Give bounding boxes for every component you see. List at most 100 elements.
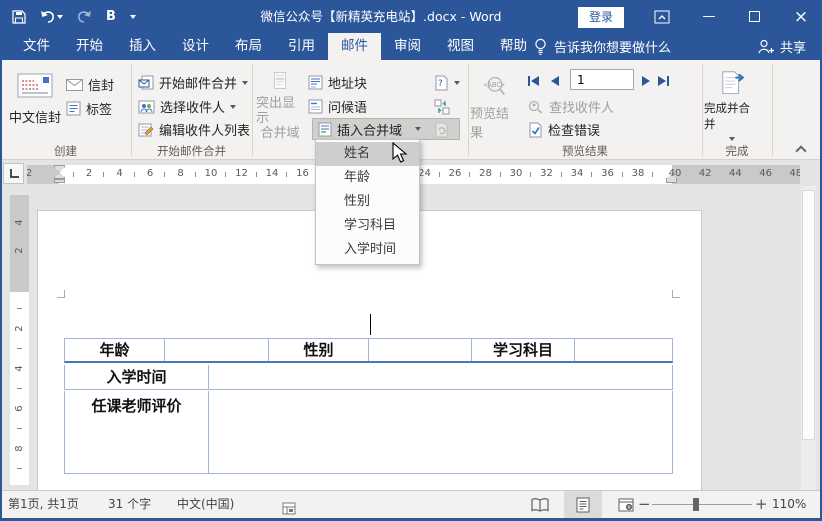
ruler-mark: [72, 172, 74, 177]
tab-stop-selector[interactable]: [3, 163, 24, 184]
start-mail-merge-group-label: 开始邮件合并: [157, 144, 226, 158]
save-icon: [12, 9, 26, 24]
tab-layout[interactable]: 布局: [222, 33, 275, 60]
start-mail-merge-button[interactable]: 开始邮件合并: [138, 72, 249, 93]
last-record-button[interactable]: [658, 70, 669, 91]
envelopes-button[interactable]: 信封: [66, 74, 114, 95]
ruler-mark: 32: [540, 168, 553, 179]
zoom-in-button[interactable]: +: [755, 491, 768, 519]
table-row: 任课老师评价: [64, 391, 673, 474]
word-count[interactable]: 31 个字: [108, 491, 151, 519]
chinese-envelope-button[interactable]: 中文信封: [8, 65, 62, 141]
qat-customize-button[interactable]: [129, 14, 136, 19]
ruler-mark: 10: [204, 168, 218, 179]
table-cell[interactable]: [209, 365, 672, 389]
record-number-input[interactable]: [570, 69, 634, 90]
maximize-icon: [748, 11, 760, 22]
tab-view[interactable]: 视图: [434, 33, 487, 60]
labels-button[interactable]: 标签: [66, 98, 112, 119]
vertical-scrollbar[interactable]: [801, 186, 816, 490]
find-recipient-icon: [528, 100, 543, 114]
tab-design[interactable]: 设计: [169, 33, 222, 60]
update-labels-icon: [435, 122, 448, 137]
match-fields-button[interactable]: [434, 96, 450, 117]
print-layout-icon: [576, 497, 590, 512]
read-mode-button[interactable]: [521, 491, 559, 518]
zoom-slider-thumb[interactable]: [693, 498, 699, 511]
save-button[interactable]: [12, 9, 26, 24]
ruler-mark: 4: [14, 365, 25, 372]
table-cell[interactable]: 性别: [269, 339, 369, 361]
zoom-out-button[interactable]: −: [638, 491, 651, 519]
tab-references[interactable]: 引用: [275, 33, 328, 60]
preview-results-button[interactable]: «ABC» 预览结果: [470, 65, 520, 141]
finish-merge-button[interactable]: 完成并合并: [704, 65, 760, 141]
redo-icon: [78, 11, 91, 23]
tab-mailings[interactable]: 邮件: [328, 33, 381, 60]
sign-in-button[interactable]: 登录: [578, 7, 624, 28]
tell-me-box[interactable]: 告诉我你想要做什么: [534, 33, 671, 60]
minimize-button[interactable]: —: [692, 0, 726, 33]
select-recipients-icon: [138, 100, 155, 113]
rules-icon: ?: [435, 75, 448, 90]
tab-help[interactable]: 帮助: [487, 33, 540, 60]
tab-review[interactable]: 审阅: [381, 33, 434, 60]
table-cell[interactable]: 任课老师评价: [65, 391, 209, 473]
menu-item-age[interactable]: 年龄: [316, 166, 419, 190]
vertical-ruler[interactable]: 4 2 2 4 6 8: [10, 195, 29, 485]
tab-insert[interactable]: 插入: [116, 33, 169, 60]
edit-recipient-list-button[interactable]: 编辑收件人列表: [138, 119, 250, 140]
undo-icon: [41, 11, 54, 23]
ruler-mark: 2: [14, 325, 25, 332]
bold-button[interactable]: B: [106, 9, 116, 24]
update-labels-button[interactable]: [434, 119, 449, 140]
table-cell[interactable]: 学习科目: [472, 339, 575, 361]
check-errors-button[interactable]: 检查错误: [528, 119, 600, 140]
tab-home[interactable]: 开始: [63, 33, 116, 60]
ruler-mark: [103, 172, 105, 177]
highlight-merge-fields-button[interactable]: 突出显示 合并域: [256, 65, 304, 141]
tab-file[interactable]: 文件: [10, 33, 63, 60]
next-record-button[interactable]: [642, 70, 650, 91]
ruler-mark: [530, 172, 532, 177]
ribbon-tab-bar: 文件 开始 插入 设计 布局 引用 邮件 审阅 视图 帮助 告诉我你想要做什么 …: [0, 33, 822, 60]
quick-access-toolbar: B: [12, 0, 136, 33]
rules-button[interactable]: ?: [434, 72, 460, 93]
address-block-button[interactable]: 地址块: [308, 72, 367, 93]
print-layout-button[interactable]: [564, 491, 602, 518]
previous-record-button[interactable]: [551, 70, 559, 91]
undo-button[interactable]: [40, 10, 63, 23]
qat-customize-icon: [129, 14, 136, 19]
left-indent-marker[interactable]: [54, 179, 65, 183]
redo-button[interactable]: [77, 10, 92, 23]
ruler-mark: 44: [729, 168, 742, 179]
collapse-ribbon-button[interactable]: [793, 144, 811, 158]
finish-group-label: 完成: [725, 144, 749, 158]
first-record-button[interactable]: [528, 70, 539, 91]
table-cell[interactable]: [575, 339, 672, 361]
close-button[interactable]: ×: [782, 0, 820, 33]
menu-item-subject[interactable]: 学习科目: [316, 214, 419, 238]
find-recipient-button[interactable]: 查找收件人: [528, 96, 614, 117]
share-button[interactable]: 共享: [758, 33, 806, 60]
maximize-button[interactable]: [737, 0, 771, 33]
window-border-left: [0, 0, 2, 521]
table-cell[interactable]: 年龄: [65, 339, 165, 361]
mouse-pointer: [392, 142, 408, 163]
select-recipients-button[interactable]: 选择收件人: [138, 96, 237, 117]
table-cell[interactable]: [369, 339, 472, 361]
margin-corner-mark-topright: [672, 290, 680, 298]
table-cell[interactable]: 入学时间: [65, 365, 209, 389]
table-cell[interactable]: [165, 339, 269, 361]
ribbon-display-options-button[interactable]: [646, 0, 678, 33]
page-indicator[interactable]: 第1页, 共1页: [8, 491, 79, 519]
table-cell[interactable]: [209, 391, 672, 473]
scrollbar-thumb[interactable]: [802, 190, 815, 440]
greeting-line-button[interactable]: 问候语: [308, 96, 367, 117]
menu-item-gender[interactable]: 性别: [316, 190, 419, 214]
zoom-level[interactable]: 110%: [772, 491, 806, 519]
zoom-slider-track[interactable]: [652, 504, 752, 505]
menu-item-enroll-date[interactable]: 入学时间: [316, 238, 419, 262]
ruler-mark: [164, 172, 166, 177]
language-indicator[interactable]: 中文(中国): [177, 491, 234, 519]
